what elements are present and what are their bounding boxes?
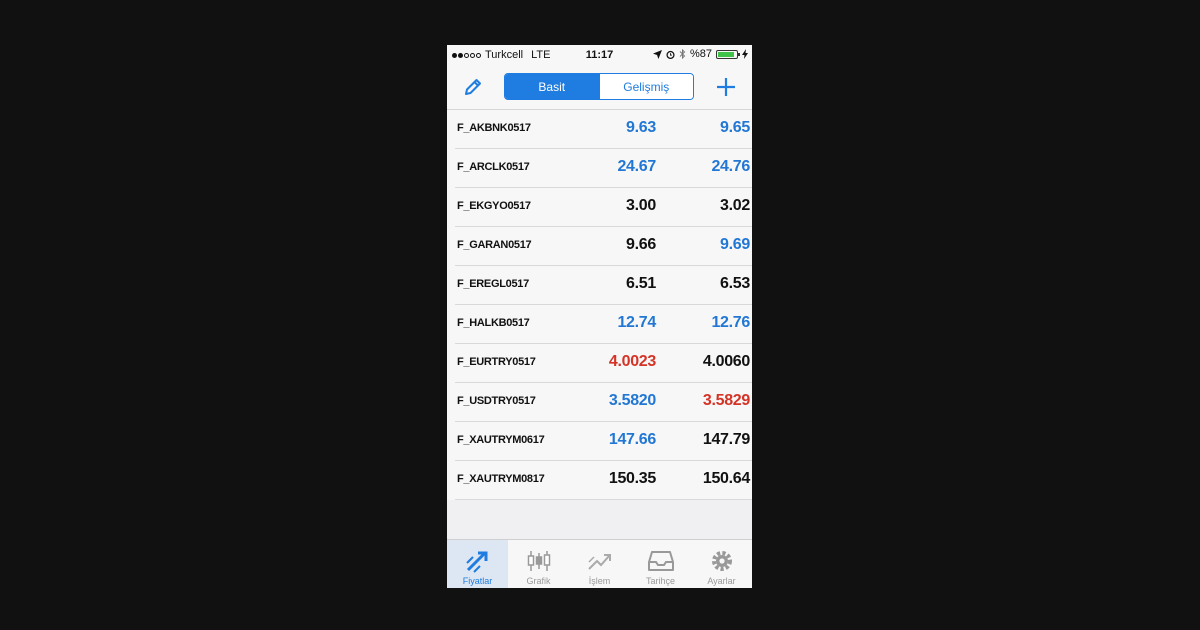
quote-symbol: F_AKBNK0517: [457, 122, 531, 134]
quote-row[interactable]: F_ARCLK0517 24.67 24.76: [455, 149, 752, 188]
tab-candlestick-chart[interactable]: Grafik: [508, 540, 569, 588]
quote-ask: 6.53: [720, 275, 750, 292]
charging-bolt-icon: [742, 49, 748, 59]
quote-ask: 3.02: [720, 197, 750, 214]
trade-icon: [586, 548, 614, 574]
quote-symbol: F_GARAN0517: [457, 239, 532, 251]
quote-row[interactable]: F_HALKB0517 12.74 12.76: [455, 305, 752, 344]
quote-row[interactable]: F_EKGYO0517 3.00 3.02: [455, 188, 752, 227]
tab-quotes[interactable]: Fiyatlar: [447, 540, 508, 588]
quote-row[interactable]: F_AKBNK0517 9.63 9.65: [455, 110, 752, 149]
quote-row[interactable]: F_XAUTRYM0817 150.35 150.64: [455, 461, 752, 500]
tab-bar: Fiyatlar Grafik İşlem Tarihçe Ayarlar: [447, 539, 752, 588]
quote-bid: 3.5820: [608, 392, 656, 409]
quote-symbol: F_XAUTRYM0817: [457, 473, 545, 485]
segment-gelismis[interactable]: Gelişmiş: [598, 74, 693, 99]
quotes-list: F_AKBNK0517 9.63 9.65 F_ARCLK0517 24.67 24.76…: [447, 110, 752, 500]
quote-bid: 6.51: [626, 275, 656, 292]
edit-button[interactable]: [462, 76, 484, 98]
quote-symbol: F_USDTRY0517: [457, 395, 536, 407]
quote-ask: 12.76: [711, 314, 750, 331]
quote-row[interactable]: F_EREGL0517 6.51 6.53: [455, 266, 752, 305]
battery-percent: %87: [689, 48, 712, 60]
quote-symbol: F_HALKB0517: [457, 317, 530, 329]
quote-symbol: F_ARCLK0517: [457, 161, 530, 173]
quote-ask: 150.64: [702, 470, 750, 487]
quote-bid: 147.66: [608, 431, 656, 448]
tab-label: Tarihçe: [645, 576, 675, 586]
quote-bid: 9.63: [626, 119, 656, 136]
tab-label: İşlem: [588, 576, 611, 586]
quote-ask: 147.79: [702, 431, 750, 448]
quote-bid: 3.00: [626, 197, 656, 214]
quote-row[interactable]: F_EURTRY0517 4.0023 4.0060: [455, 344, 752, 383]
quote-symbol: F_EKGYO0517: [457, 200, 531, 212]
plus-icon: [717, 78, 735, 96]
quote-symbol: F_EREGL0517: [457, 278, 529, 290]
quote-ask: 4.0060: [702, 353, 750, 370]
quote-symbol: F_EURTRY0517: [457, 356, 536, 368]
quote-row[interactable]: F_GARAN0517 9.66 9.69: [455, 227, 752, 266]
quote-ask: 9.69: [720, 236, 750, 253]
navigation-bar: Basit Gelişmiş: [447, 65, 752, 110]
segment-basit[interactable]: Basit: [505, 74, 599, 99]
inbox-history-icon: [647, 548, 675, 574]
location-arrow-icon: [652, 49, 662, 59]
quote-row[interactable]: F_USDTRY0517 3.5820 3.5829: [455, 383, 752, 422]
quote-ask: 9.65: [720, 119, 750, 136]
quote-row[interactable]: F_XAUTRYM0617 147.66 147.79: [455, 422, 752, 461]
quote-symbol: F_XAUTRYM0617: [457, 434, 545, 446]
quote-bid: 9.66: [626, 236, 656, 253]
quote-bid: 12.74: [617, 314, 656, 331]
view-mode-segmented-control: Basit Gelişmiş: [504, 73, 694, 100]
tab-gear[interactable]: Ayarlar: [691, 540, 752, 588]
phone-screen: Turkcell LTE 11:17 %87 Basit Gelişmiş F_…: [447, 45, 752, 588]
add-symbol-button[interactable]: [714, 75, 738, 99]
tab-inbox-history[interactable]: Tarihçe: [630, 540, 691, 588]
gear-icon: [708, 548, 736, 574]
tab-label: Ayarlar: [707, 576, 736, 586]
quote-bid: 150.35: [608, 470, 656, 487]
quote-ask: 3.5829: [702, 392, 750, 409]
battery-icon: [716, 49, 740, 59]
status-bar: Turkcell LTE 11:17 %87: [447, 45, 752, 65]
status-right: %87: [652, 48, 748, 60]
quote-bid: 24.67: [617, 158, 656, 175]
quotes-icon: [464, 548, 492, 574]
quote-bid: 4.0023: [608, 353, 656, 370]
pencil-icon: [465, 79, 481, 95]
quote-ask: 24.76: [711, 158, 750, 175]
tab-trade[interactable]: İşlem: [569, 540, 630, 588]
alarm-icon: [666, 50, 675, 59]
candlestick-chart-icon: [525, 548, 553, 574]
tab-label: Grafik: [526, 576, 551, 586]
tab-label: Fiyatlar: [462, 576, 493, 586]
bluetooth-icon: [679, 49, 686, 59]
